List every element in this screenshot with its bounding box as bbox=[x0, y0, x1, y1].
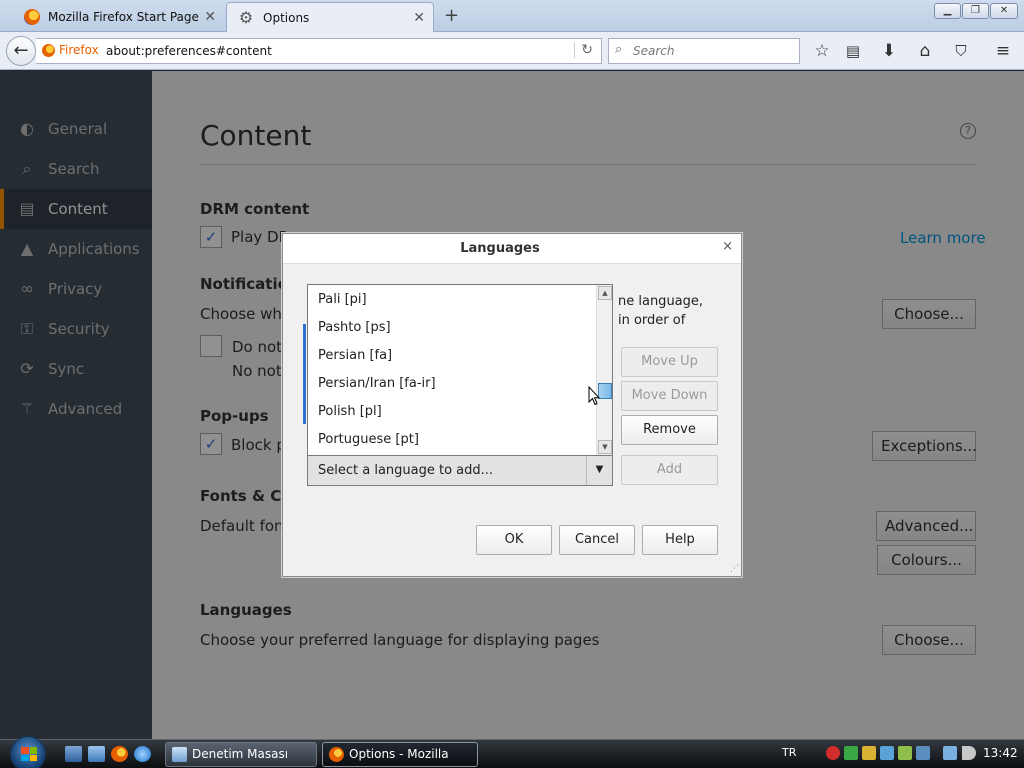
search-bar[interactable]: ⌕ Search bbox=[608, 38, 800, 64]
clock[interactable]: 13:42 bbox=[983, 746, 1018, 760]
move-down-button[interactable]: Move Down bbox=[621, 381, 718, 411]
scroll-up-arrow-icon[interactable]: ▲ bbox=[598, 286, 612, 300]
new-tab-button[interactable]: + bbox=[444, 5, 459, 26]
list-item[interactable]: Persian [fa] bbox=[318, 342, 392, 370]
menu-hamburger-icon[interactable]: ≡ bbox=[992, 40, 1014, 62]
close-tab-icon[interactable]: ✕ bbox=[413, 10, 425, 26]
scrollbar-thumb[interactable] bbox=[598, 383, 612, 399]
resize-grip-icon[interactable]: ⋰ bbox=[730, 564, 739, 574]
chevron-down-icon[interactable]: ▼ bbox=[586, 456, 612, 485]
help-button[interactable]: Help bbox=[642, 525, 718, 555]
network-icon[interactable] bbox=[943, 746, 957, 760]
home-icon[interactable]: ⌂ bbox=[914, 40, 936, 62]
list-item[interactable]: Pashto [ps] bbox=[318, 314, 391, 342]
bookmark-star-icon[interactable]: ☆ bbox=[811, 40, 833, 62]
minimize-button[interactable]: ▁ bbox=[934, 3, 961, 19]
start-button[interactable] bbox=[10, 736, 46, 768]
firefox-icon[interactable] bbox=[111, 746, 128, 762]
dialog-title: Languages bbox=[460, 241, 540, 256]
task-label: Options - Mozilla Fir... bbox=[349, 747, 449, 761]
language-select-dropdown[interactable]: Select a language to add... ▼ bbox=[307, 455, 613, 486]
tray-app-icon[interactable] bbox=[880, 746, 894, 760]
tab-firefox-start-page[interactable]: Mozilla Firefox Start Page ✕ bbox=[14, 2, 224, 32]
volume-icon[interactable] bbox=[962, 746, 976, 760]
close-icon[interactable]: × bbox=[722, 239, 733, 254]
reload-icon[interactable]: ↻ bbox=[574, 42, 593, 58]
remove-button[interactable]: Remove bbox=[621, 415, 718, 445]
download-icon[interactable]: ⬇ bbox=[878, 40, 900, 62]
windows-logo-icon bbox=[21, 747, 37, 761]
identity-box[interactable]: Firefox bbox=[42, 43, 99, 57]
dialog-titlebar: Languages × bbox=[283, 234, 741, 264]
list-item[interactable]: Persian/Iran [fa-ir] bbox=[318, 370, 436, 398]
navigation-toolbar: Firefox about:preferences#content ↻ ← ⌕ … bbox=[0, 32, 1024, 70]
search-icon: ⌕ bbox=[615, 42, 623, 57]
list-item[interactable]: Portuguese [pt] bbox=[318, 426, 419, 454]
task-label: Denetim Masası bbox=[192, 747, 289, 761]
url-text[interactable]: about:preferences#content bbox=[106, 44, 272, 58]
firefox-icon bbox=[24, 9, 40, 25]
select-value: Select a language to add... bbox=[318, 463, 494, 478]
control-panel-icon bbox=[172, 747, 187, 762]
tab-strip: Mozilla Firefox Start Page ✕ ⚙ Options ✕… bbox=[0, 0, 1024, 32]
search-placeholder: Search bbox=[633, 44, 675, 58]
languages-dialog: Languages × ne language, in order of Mov… bbox=[282, 233, 742, 577]
internet-explorer-icon[interactable] bbox=[134, 746, 151, 762]
tab-title: Mozilla Firefox Start Page bbox=[48, 10, 199, 24]
firefox-icon bbox=[329, 747, 344, 762]
firefox-icon bbox=[42, 43, 55, 57]
scroll-down-arrow-icon[interactable]: ▼ bbox=[598, 440, 612, 454]
ok-button[interactable]: OK bbox=[476, 525, 552, 555]
url-bar[interactable]: Firefox about:preferences#content ↻ bbox=[36, 38, 602, 64]
language-options-popup[interactable]: Pali [pi] Pashto [ps] Persian [fa] Persi… bbox=[307, 284, 613, 456]
windows-taskbar: Denetim Masası Options - Mozilla Fir... … bbox=[0, 736, 1024, 768]
minimize-icon: ▁ bbox=[943, 5, 952, 16]
reading-list-icon[interactable]: ▤ bbox=[842, 40, 864, 62]
cancel-button[interactable]: Cancel bbox=[559, 525, 635, 555]
tab-title: Options bbox=[263, 10, 310, 25]
close-window-button[interactable]: ✕ bbox=[990, 3, 1018, 19]
task-control-panel[interactable]: Denetim Masası bbox=[165, 742, 317, 767]
description-line: ne language, bbox=[618, 294, 704, 309]
folder-sync-icon[interactable] bbox=[862, 746, 876, 760]
switch-windows-icon[interactable] bbox=[88, 746, 105, 762]
scrollbar[interactable]: ▲ ▼ bbox=[596, 285, 612, 455]
gear-icon: ⚙ bbox=[238, 7, 254, 27]
shield-check-icon[interactable] bbox=[844, 746, 858, 760]
close-tab-icon[interactable]: ✕ bbox=[204, 9, 216, 25]
close-icon: ✕ bbox=[999, 5, 1009, 16]
move-up-button[interactable]: Move Up bbox=[621, 347, 718, 377]
back-arrow-icon: ← bbox=[13, 40, 29, 61]
tray-app-icon[interactable] bbox=[916, 746, 930, 760]
add-button[interactable]: Add bbox=[621, 455, 718, 485]
list-item[interactable]: Polish [pl] bbox=[318, 398, 382, 426]
mouse-cursor-icon bbox=[588, 386, 600, 406]
input-language-indicator[interactable]: TR bbox=[782, 746, 796, 759]
tab-options[interactable]: ⚙ Options ✕ bbox=[226, 2, 434, 32]
description-line: in order of bbox=[618, 313, 686, 328]
dialog-description: ne language, in order of bbox=[618, 292, 738, 330]
back-button[interactable]: ← bbox=[6, 36, 36, 66]
security-alert-icon[interactable] bbox=[826, 746, 840, 760]
maximize-button[interactable]: ❐ bbox=[962, 3, 989, 19]
pocket-icon[interactable]: ⛉ bbox=[950, 40, 972, 62]
tray-app-icon[interactable] bbox=[898, 746, 912, 760]
list-item[interactable]: Pali [pi] bbox=[318, 286, 367, 314]
show-desktop-icon[interactable] bbox=[65, 746, 82, 762]
restore-icon: ❐ bbox=[971, 5, 980, 16]
task-firefox-options[interactable]: Options - Mozilla Fir... bbox=[322, 742, 478, 767]
identity-label: Firefox bbox=[59, 43, 99, 57]
